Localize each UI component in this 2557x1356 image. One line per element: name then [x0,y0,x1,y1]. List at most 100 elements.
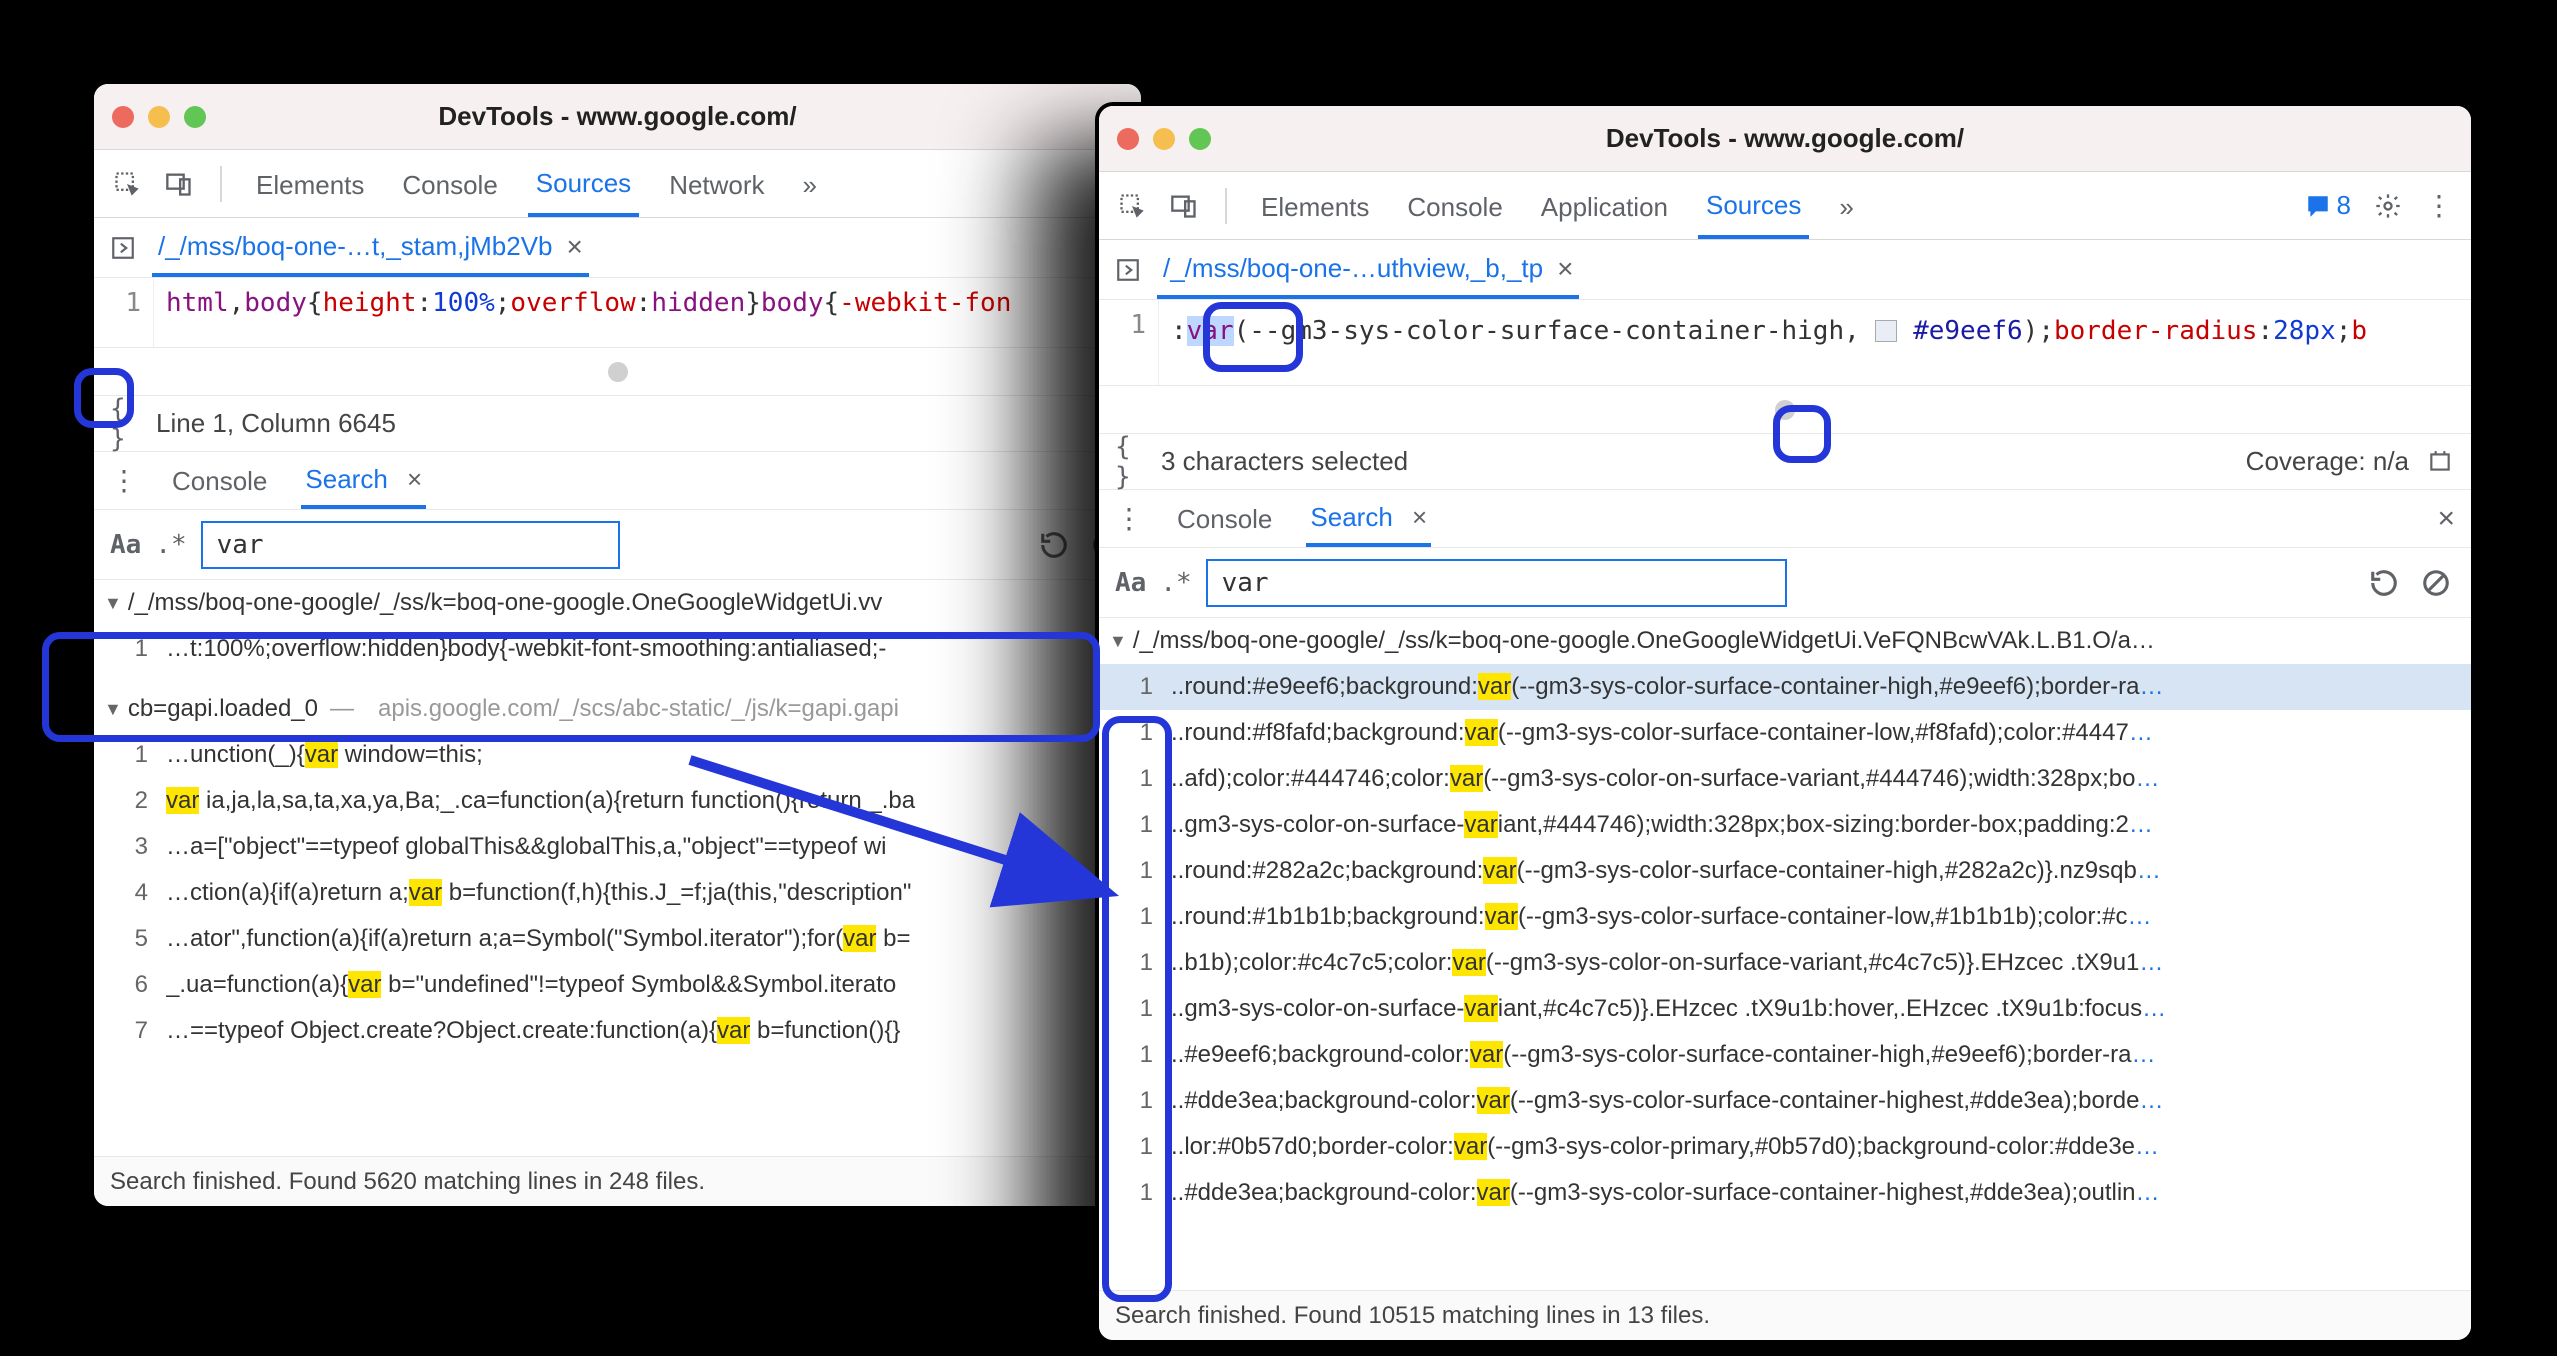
code-line[interactable]: :var(--gm3-sys-color-surface-container-h… [1159,300,2471,385]
result-text: ..round:#1b1b1b;background:var(--gm3-sys… [1171,903,2461,931]
tab-more[interactable]: » [1831,174,1861,237]
close-icon[interactable]: × [1557,253,1573,285]
search-highlight: var [1470,1041,1503,1068]
minimap-row [1099,386,2471,434]
minimize-window-button[interactable] [1153,128,1175,150]
message-count[interactable]: 8 [2305,190,2351,221]
color-swatch-icon [1875,320,1897,342]
clear-icon[interactable] [2417,564,2455,602]
close-icon[interactable]: × [407,464,422,494]
case-sensitive-toggle[interactable]: Aa [110,530,141,560]
settings-icon[interactable] [2373,191,2403,221]
result-match-line[interactable]: 5…ator",function(a){if(a)return a;a=Symb… [94,916,1141,962]
minimize-window-button[interactable] [148,106,170,128]
disclosure-icon[interactable]: ▼ [1109,631,1127,652]
result-match-line[interactable]: 7…==typeof Object.create?Object.create:f… [94,1008,1141,1054]
tab-more[interactable]: » [795,152,825,215]
result-text: …ction(a){if(a)return a;var b=function(f… [166,879,1131,907]
show-navigator-icon[interactable] [108,233,138,263]
window-controls [1117,128,1211,150]
result-file-header[interactable]: ▼ cb=gapi.loaded_0 — apis.google.com/_/s… [94,686,1141,732]
close-icon[interactable]: × [1412,502,1427,532]
show-navigator-icon[interactable] [1113,255,1143,285]
result-match-line[interactable]: 1..round:#f8fafd;background:var(--gm3-sy… [1099,710,2471,756]
drawer-tabs: ⋮ Console Search × × [1099,490,2471,548]
drawer-tab-search[interactable]: Search × [1306,490,1431,547]
result-match-line[interactable]: 6_.ua=function(a){var b="undefined"!=typ… [94,962,1141,1008]
coverage-icon[interactable] [2425,447,2455,477]
tab-console[interactable]: Console [394,152,505,215]
result-match-line[interactable]: 1 ..round:#1b1b1b;background:var(--gm3-sy… [1099,894,2471,940]
close-icon[interactable]: × [567,231,583,263]
result-match-line[interactable]: 1..#e9eef6;background-color:var(--gm3-sy… [1099,1032,2471,1078]
result-match-line[interactable]: 1..round:#e9eef6;background:var(--gm3-sy… [1099,664,2471,710]
result-file-header[interactable]: ▼ /_/mss/boq-one-google/_/ss/k=boq-one-g… [1099,618,2471,664]
close-drawer-icon[interactable]: × [2437,502,2455,536]
regex-toggle[interactable]: .* [155,530,186,560]
code-editor[interactable]: 1 html,body{height:100%;overflow:hidden}… [94,278,1141,348]
file-tab[interactable]: /_/mss/boq-one-…t,_stam,jMb2Vb × [152,219,589,277]
case-sensitive-toggle[interactable]: Aa [1115,568,1146,598]
close-window-button[interactable] [112,106,134,128]
search-results[interactable]: ▼ /_/mss/boq-one-google/_/ss/k=boq-one-g… [1099,618,2471,1290]
inspect-icon[interactable] [1117,191,1147,221]
tab-console[interactable]: Console [1399,174,1510,237]
result-match-line[interactable]: 1..lor:#0b57d0;border-color:var(--gm3-sy… [1099,1124,2471,1170]
result-match-line[interactable]: 1..round:#282a2c;background:var(--gm3-sy… [1099,848,2471,894]
close-window-button[interactable] [1117,128,1139,150]
pretty-print-icon[interactable]: { } [110,409,140,439]
result-line-number: 1 [1109,1087,1153,1115]
code-editor[interactable]: 1 :var(--gm3-sys-color-surface-container… [1099,300,2471,386]
result-match-line[interactable]: 3…a=["object"==typeof globalThis&&global… [94,824,1141,870]
result-match-line[interactable]: 1..gm3-sys-color-on-surface-variant,#c4c… [1099,986,2471,1032]
code-line[interactable]: html,body{height:100%;overflow:hidden}bo… [154,278,1141,347]
result-file-header[interactable]: ▼ /_/mss/boq-one-google/_/ss/k=boq-one-g… [94,580,1141,626]
tab-elements[interactable]: Elements [248,152,372,215]
result-text: …unction(_){var window=this; [166,741,1131,769]
result-match-line[interactable]: 1..b1b);color:#c4c7c5;color:var(--gm3-sy… [1099,940,2471,986]
regex-toggle[interactable]: .* [1160,568,1191,598]
drawer-menu-icon[interactable]: ⋮ [1115,502,1143,535]
device-toggle-icon[interactable] [1169,191,1199,221]
main-menu-icon[interactable]: ⋮ [2425,189,2453,222]
result-line-number: 1 [1109,903,1153,931]
result-line-number: 1 [1109,811,1153,839]
result-text: ..round:#e9eef6;background:var(--gm3-sys… [1171,673,2461,701]
result-match-line[interactable]: 1..#dde3ea;background-color:var(--gm3-sy… [1099,1078,2471,1124]
disclosure-icon[interactable]: ▼ [104,699,122,720]
result-line-number: 3 [104,833,148,861]
tab-elements[interactable]: Elements [1253,174,1377,237]
search-results[interactable]: ▼ /_/mss/boq-one-google/_/ss/k=boq-one-g… [94,580,1141,1156]
result-match-line[interactable]: 1..gm3-sys-color-on-surface-variant,#444… [1099,802,2471,848]
result-match-line[interactable]: 1…unction(_){var window=this; [94,732,1141,778]
search-input[interactable] [201,521,620,569]
result-match-line[interactable]: 1..afd);color:#444746;color:var(--gm3-sy… [1099,756,2471,802]
drawer-tab-console[interactable]: Console [168,454,271,507]
tab-network[interactable]: Network [661,152,772,215]
file-tab[interactable]: /_/mss/boq-one-…uthview,_b,_tp × [1157,241,1579,299]
zoom-window-button[interactable] [1189,128,1211,150]
result-line-number: 7 [104,1017,148,1045]
minimap-row [94,348,1141,396]
zoom-window-button[interactable] [184,106,206,128]
result-match-line[interactable]: 1…t:100%;overflow:hidden}body{-webkit-fo… [94,626,1141,672]
inspect-icon[interactable] [112,169,142,199]
refresh-icon[interactable] [1035,526,1073,564]
main-tabs: Elements Console Application Sources » 8… [1099,172,2471,240]
tab-sources[interactable]: Sources [1698,172,1809,239]
drawer-menu-icon[interactable]: ⋮ [110,464,138,497]
tab-sources[interactable]: Sources [528,150,639,217]
result-match-line[interactable]: 4…ction(a){if(a)return a;var b=function(… [94,870,1141,916]
drawer-tab-search[interactable]: Search × [301,452,426,509]
pretty-print-icon[interactable]: { } [1115,447,1145,477]
drawer-tab-console[interactable]: Console [1173,492,1276,545]
tab-application[interactable]: Application [1533,174,1676,237]
result-match-line[interactable]: 1..#dde3ea;background-color:var(--gm3-sy… [1099,1170,2471,1216]
refresh-icon[interactable] [2365,564,2403,602]
device-toggle-icon[interactable] [164,169,194,199]
message-icon [2305,193,2331,219]
file-tab-label: /_/mss/boq-one-…uthview,_b,_tp [1163,253,1543,284]
search-input[interactable] [1206,559,1788,607]
disclosure-icon[interactable]: ▼ [104,593,122,614]
result-match-line[interactable]: 2var ia,ja,la,sa,ta,xa,ya,Ba;_.ca=functi… [94,778,1141,824]
